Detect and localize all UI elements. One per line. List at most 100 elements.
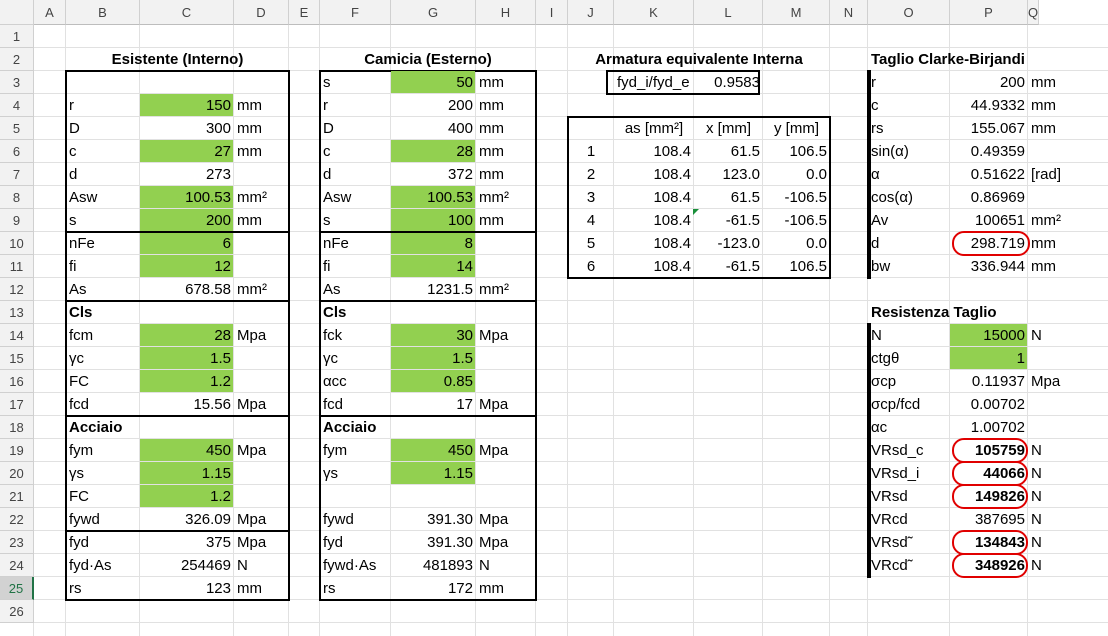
bar-y: 106.5	[789, 143, 827, 160]
param-label: Av	[871, 212, 889, 229]
row-header[interactable]: 21	[0, 485, 34, 508]
row-header[interactable]: 20	[0, 462, 34, 485]
row-header[interactable]: 8	[0, 186, 34, 209]
param-unit	[234, 232, 289, 255]
param-value: 28	[456, 143, 473, 160]
param-unit: N	[1031, 488, 1042, 505]
row-header[interactable]: 3	[0, 71, 34, 94]
group-divider	[65, 231, 290, 233]
row-index: 6	[586, 258, 596, 275]
param-label: fcm	[69, 327, 94, 344]
select-all-corner[interactable]	[0, 0, 34, 25]
param-value: 12	[214, 258, 231, 275]
column-header[interactable]: K	[614, 0, 694, 25]
param-label: d	[69, 166, 78, 183]
column-header[interactable]: H	[476, 0, 536, 25]
param-label: Asw	[69, 189, 98, 206]
row-header[interactable]: 25	[0, 577, 34, 600]
column-header[interactable]: D	[234, 0, 289, 25]
param-value: 15000	[983, 327, 1025, 344]
param-unit	[476, 462, 536, 485]
column-header[interactable]: P	[950, 0, 1028, 25]
row-header[interactable]: 17	[0, 393, 34, 416]
param-unit: Mpa	[479, 442, 509, 459]
param-value: 15.56	[193, 396, 231, 413]
row-header[interactable]: 23	[0, 531, 34, 554]
column-header[interactable]: E	[289, 0, 320, 25]
ratio-value: 0.9583	[714, 74, 760, 91]
param-label: D	[323, 120, 334, 137]
row-header[interactable]: 15	[0, 347, 34, 370]
column-header[interactable]: G	[391, 0, 476, 25]
row-header[interactable]: 13	[0, 301, 34, 324]
param-label: αcc	[323, 373, 347, 390]
column-header[interactable]: B	[66, 0, 140, 25]
row-header[interactable]: 4	[0, 94, 34, 117]
param-value: 0.11937	[971, 373, 1025, 390]
row-header[interactable]: 24	[0, 554, 34, 577]
bar-area: 108.4	[653, 143, 691, 160]
param-label: As	[69, 281, 87, 298]
error-indicator-icon	[693, 209, 699, 215]
column-header[interactable]: J	[568, 0, 614, 25]
param-value: 1.15	[201, 465, 231, 482]
column-header[interactable]: A	[34, 0, 66, 25]
row-header[interactable]: 11	[0, 255, 34, 278]
param-label: r	[69, 97, 74, 114]
column-header[interactable]: N	[830, 0, 868, 25]
spreadsheet-grid[interactable]: A B C D E F G H I J K L M N O P Q 1 2 3 4 5 6 7 8 9 10 11 12 13 14 15 16…	[0, 0, 1108, 636]
param-label: s	[69, 212, 77, 229]
row-header[interactable]: 18	[0, 416, 34, 439]
param-label: FC	[69, 488, 89, 505]
row-header[interactable]: 7	[0, 163, 34, 186]
param-label: c	[323, 143, 331, 160]
camicia-title: Camicia (Esterno)	[364, 51, 492, 68]
column-header[interactable]: C	[140, 0, 234, 25]
param-label: sin(α)	[871, 143, 909, 160]
param-label: fywd·As	[323, 557, 377, 574]
row-header[interactable]: 16	[0, 370, 34, 393]
row-header[interactable]: 6	[0, 140, 34, 163]
param-label: γs	[69, 465, 84, 482]
row-header[interactable]: 9	[0, 209, 34, 232]
param-value: 100	[447, 212, 473, 229]
param-value: 149826	[974, 488, 1025, 505]
param-label: fcd	[69, 396, 90, 413]
column-header[interactable]: I	[536, 0, 568, 25]
row-header[interactable]: 2	[0, 48, 34, 71]
param-value: 30	[456, 327, 473, 344]
param-unit	[234, 163, 289, 186]
row-header[interactable]: 19	[0, 439, 34, 462]
column-header[interactable]: O	[868, 0, 950, 25]
param-value: 1231.5	[427, 281, 473, 298]
row-header[interactable]: 1	[0, 25, 34, 48]
row-header[interactable]: 12	[0, 278, 34, 301]
bar-y: -106.5	[784, 189, 827, 206]
row-header[interactable]: 10	[0, 232, 34, 255]
param-label: r	[871, 74, 876, 91]
row-header[interactable]: 5	[0, 117, 34, 140]
param-value: 372	[447, 166, 473, 183]
row-header[interactable]: 26	[0, 600, 34, 623]
param-value: 50	[456, 74, 473, 91]
param-label: VRsd˜	[871, 534, 913, 551]
group-divider	[65, 530, 290, 532]
param-unit: N	[1031, 557, 1042, 574]
param-unit: Mpa	[237, 511, 267, 528]
column-header[interactable]: M	[763, 0, 830, 25]
param-unit: mm	[1031, 97, 1056, 114]
column-header[interactable]: Q	[1028, 0, 1040, 25]
param-value: 300	[205, 120, 231, 137]
row-header[interactable]: 22	[0, 508, 34, 531]
ratio-label: fyd_i/fyd_e	[617, 74, 690, 91]
param-value: 450	[205, 442, 231, 459]
esistente-title: Esistente (Interno)	[111, 51, 244, 68]
column-header[interactable]: F	[320, 0, 391, 25]
column-header[interactable]: L	[694, 0, 763, 25]
gridline-horizontal	[34, 622, 1108, 623]
param-value: 14	[456, 258, 473, 275]
row-header[interactable]: 14	[0, 324, 34, 347]
group-divider	[65, 415, 290, 417]
param-label: Cls	[323, 304, 347, 321]
param-label: d	[871, 235, 880, 252]
